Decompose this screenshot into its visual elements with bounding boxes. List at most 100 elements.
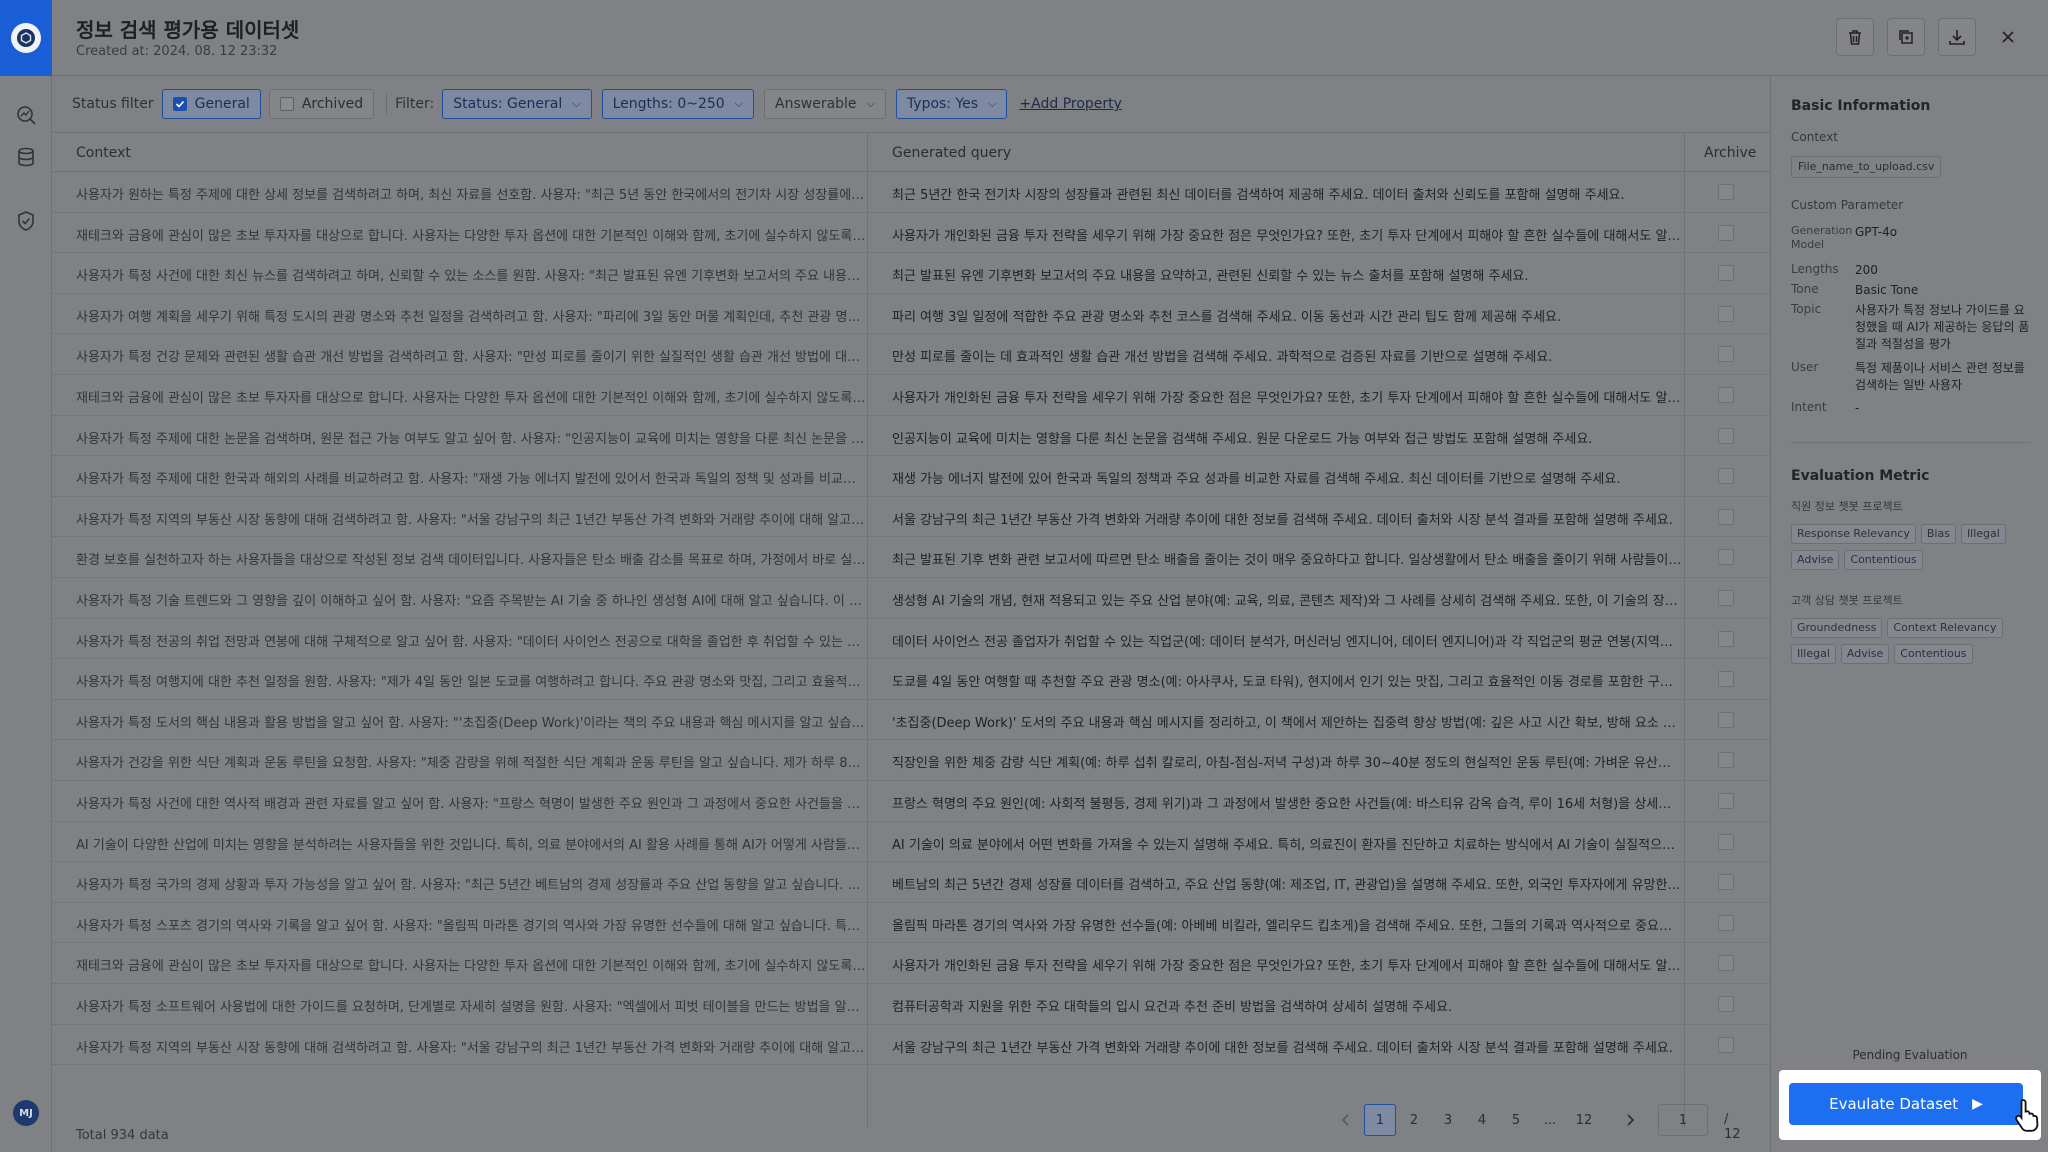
archive-checkbox[interactable] [1718,346,1734,363]
file-name: File_name_to_upload.csv [1791,156,1942,178]
table-row[interactable]: 사용자가 특정 지역의 부동산 시장 동향에 대해 검색하려고 함. 사용자: … [52,497,1770,538]
metric-tag: Contentious [1844,550,1923,570]
archive-checkbox[interactable] [1718,914,1734,931]
info-panel: Basic Information Context File_name_to_u… [1770,76,2048,1152]
query-cell: 서울 강남구의 최근 1년간 부동산 가격 변화와 거래량 추이에 대한 정보를… [892,1040,1673,1056]
duplicate-button[interactable] [1887,18,1925,56]
table-row[interactable]: 사용자가 특정 건강 문제와 관련된 생활 습관 개선 방법을 검색하려고 함.… [52,334,1770,375]
copy-icon [1899,30,1913,44]
page-button[interactable]: 12 [1568,1104,1600,1136]
page-button[interactable]: 3 [1432,1104,1464,1136]
table-row[interactable]: 사용자가 원하는 특정 주제에 대한 상세 정보를 검색하려고 하며, 최신 자… [52,172,1770,213]
page-button[interactable]: 4 [1466,1104,1498,1136]
archive-checkbox[interactable] [1718,996,1734,1012]
archive-checkbox[interactable] [1718,224,1734,241]
table-row[interactable]: 사용자가 특정 기술 트렌드와 그 영향을 깊이 이해하고 싶어 함. 사용자:… [52,578,1770,619]
archive-checkbox[interactable] [1718,1036,1734,1053]
table-row[interactable]: 사용자가 특정 스포츠 경기의 역사와 기록을 알고 싶어 함. 사용자: "올… [52,903,1770,944]
table-row[interactable]: 사용자가 특정 전공의 취업 전망과 연봉에 대해 구체적으로 알고 싶어 함.… [52,619,1770,660]
archive-checkbox[interactable] [1718,711,1734,728]
analytics-icon[interactable] [13,102,39,128]
typos-dropdown[interactable]: Typos: Yes ⌵ [895,89,1008,119]
answerable-dropdown-value: Answerable [775,96,857,112]
table-row[interactable]: 사용자가 특정 사건에 대한 최신 뉴스를 검색하려고 하며, 신뢰할 수 있는… [52,253,1770,294]
archive-checkbox[interactable] [1718,387,1734,403]
archive-checkbox[interactable] [1718,265,1734,282]
query-cell: 올림픽 마라톤 경기의 역사와 가장 유명한 선수들(예: 아베베 비킬라, 엘… [892,918,1682,934]
column-header-context: Context [76,145,131,161]
archive-checkbox[interactable] [1718,752,1734,769]
checkbox-empty-icon [279,97,294,111]
general-checkbox[interactable]: General [161,89,261,119]
download-button[interactable] [1938,18,1976,56]
context-cell: 재테크와 금융에 관심이 많은 초보 투자자를 대상으로 합니다. 사용자는 다… [76,228,866,244]
table-row[interactable]: AI 기술이 다양한 산업에 미치는 영향을 분석하려는 사용자들을 위한 것입… [52,822,1770,863]
page-button[interactable]: 5 [1500,1104,1532,1136]
delete-button[interactable] [1836,18,1874,56]
archive-checkbox[interactable] [1718,833,1734,850]
archive-checkbox[interactable] [1718,793,1734,809]
divider [386,94,388,114]
page-button[interactable]: 1 [1364,1104,1396,1136]
param-user: User 특정 제품이나 서비스 관련 정보를 검색하는 일반 사용자 [1791,360,2031,396]
archive-checkbox[interactable] [1718,508,1734,525]
status-dropdown[interactable]: Status: General ⌵ [442,89,592,119]
param-key: Tone [1791,282,1819,296]
prev-page-button[interactable] [1330,1104,1362,1136]
archive-checkbox[interactable] [1718,590,1734,606]
table-row[interactable]: 환경 보호를 실천하고자 하는 사용자들을 대상으로 작성된 정보 검색 데이터… [52,537,1770,578]
query-cell: 최근 발표된 기후 변화 관련 보고서에 따르면 탄소 배출을 줄이는 것이 매… [892,553,1682,569]
page-total: / 12 [1724,1112,1741,1142]
table-row[interactable]: 사용자가 특정 국가의 경제 상황과 투자 가능성을 알고 싶어 함. 사용자:… [52,862,1770,903]
page-input[interactable]: 1 [1658,1104,1708,1136]
check-icon [172,97,187,111]
archive-checkbox[interactable] [1718,184,1734,200]
table-row[interactable]: 사용자가 건강을 위한 식단 계획과 운동 루틴을 요청함. 사용자: "체중 … [52,740,1770,781]
table-row[interactable]: 사용자가 특정 지역의 부동산 시장 동향에 대해 검색하려고 함. 사용자: … [52,1025,1770,1066]
page-button[interactable]: 2 [1398,1104,1430,1136]
next-page-button[interactable] [1614,1104,1646,1136]
metric-tag: Groundedness [1791,618,1883,638]
table-row[interactable]: 사용자가 특정 여행지에 대한 추천 일정을 원함. 사용자: "제가 4일 동… [52,659,1770,700]
archive-checkbox[interactable] [1718,468,1734,485]
table-row[interactable]: 사용자가 특정 소프트웨어 사용법에 대한 가이드를 요청하며, 단계별로 자세… [52,984,1770,1025]
app-logo[interactable] [0,0,52,76]
lengths-dropdown[interactable]: Lengths: 0~250 ⌵ [601,89,755,119]
filter-label: Filter: [395,96,435,112]
archive-checkbox[interactable] [1718,549,1734,566]
query-cell: AI 기술이 의료 분야에서 어떤 변화를 가져올 수 있는지 설명해 주세요.… [892,837,1682,853]
close-icon [2002,31,2014,43]
archive-checkbox[interactable] [1718,305,1734,322]
table-row[interactable]: 사용자가 여행 계획을 세우기 위해 특정 도시의 관광 명소와 추천 일정을 … [52,294,1770,335]
archive-checkbox[interactable] [1718,671,1734,688]
param-value: 200 [1855,263,1878,277]
evaluate-dataset-button[interactable]: Evaulate Dataset ▶ [1789,1083,2023,1125]
table-row[interactable]: 재테크와 금융에 관심이 많은 초보 투자자를 대상으로 합니다. 사용자는 다… [52,375,1770,416]
user-avatar[interactable]: MJ [13,1100,39,1126]
archive-checkbox[interactable] [1718,955,1734,972]
table-row[interactable]: 사용자가 특정 사건에 대한 역사적 배경과 관련 자료를 알고 싶어 함. 사… [52,781,1770,822]
context-cell: 사용자가 특정 기술 트렌드와 그 영향을 깊이 이해하고 싶어 함. 사용자:… [76,594,866,609]
table-row[interactable]: 사용자가 특정 주제에 대한 논문을 검색하며, 원문 접근 가능 여부도 알고… [52,416,1770,457]
shield-check-icon[interactable] [13,208,39,234]
hand-cursor-icon [2015,1099,2039,1132]
archive-checkbox[interactable] [1718,630,1734,647]
add-property-link[interactable]: +Add Property [1019,96,1122,112]
metric-tag: Contentious [1894,644,1973,664]
answerable-dropdown[interactable]: Answerable ⌵ [764,89,886,119]
param-key: Topic [1791,302,1822,316]
metric-tag: Response Relevancy [1791,524,1916,544]
archive-checkbox[interactable] [1718,427,1734,444]
database-icon[interactable] [13,144,39,170]
table-row[interactable]: 재테크와 금융에 관심이 많은 초보 투자자를 대상으로 합니다. 사용자는 다… [52,213,1770,254]
context-label: Context [1791,130,1839,144]
archive-checkbox[interactable] [1718,874,1734,891]
table-row[interactable]: 사용자가 특정 도서의 핵심 내용과 활용 방법을 알고 싶어 함. 사용자: … [52,700,1770,741]
param-generation-model: Generation Model GPT-4o [1791,224,2031,258]
context-cell: 사용자가 특정 사건에 대한 최신 뉴스를 검색하려고 하며, 신뢰할 수 있는… [76,269,866,285]
table-row[interactable]: 재테크와 금융에 관심이 많은 초보 투자자를 대상으로 합니다. 사용자는 다… [52,943,1770,984]
basic-info-heading: Basic Information [1791,98,1931,114]
archived-checkbox[interactable]: Archived [268,89,375,119]
close-button[interactable] [1995,24,2021,50]
table-row[interactable]: 사용자가 특정 주제에 대한 한국과 해외의 사례를 비교하려고 함. 사용자:… [52,456,1770,497]
